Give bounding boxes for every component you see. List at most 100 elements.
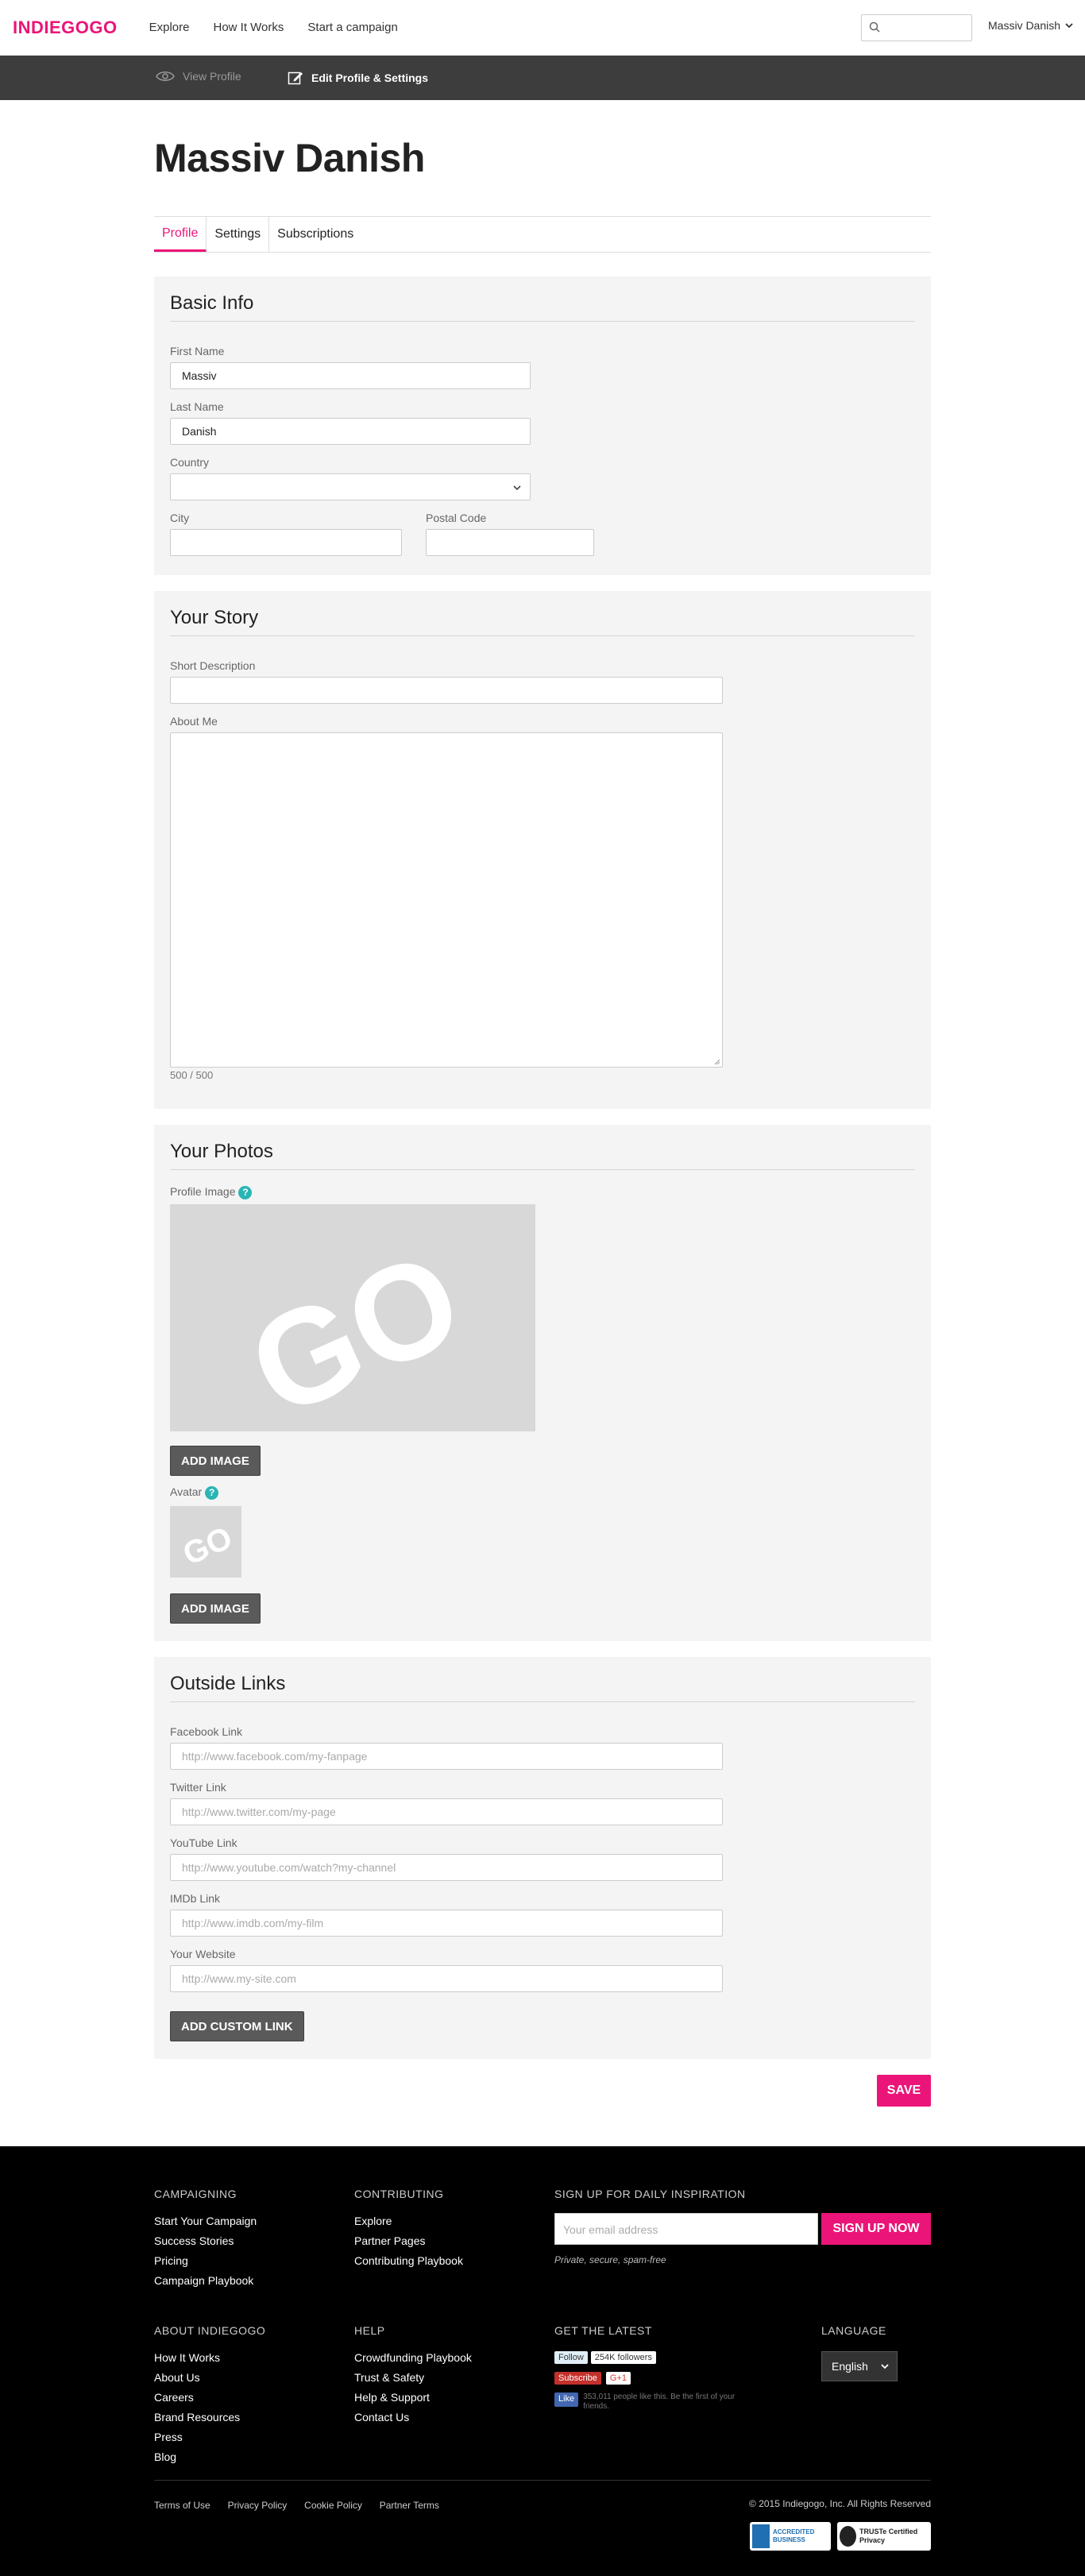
footer-link[interactable]: Contact Us <box>354 2411 472 2423</box>
twitter-link-field[interactable]: http://www.twitter.com/my-page <box>170 1798 723 1825</box>
twitter-followers-count: 254K followers <box>590 2351 656 2364</box>
footer-link[interactable]: Press <box>154 2431 265 2443</box>
view-profile-label: View Profile <box>183 70 241 83</box>
facebook-like: Like 353,011 people like this. Be the fi… <box>554 2393 761 2412</box>
postal-code-field[interactable] <box>426 529 594 556</box>
search-input[interactable] <box>861 14 972 41</box>
search-icon <box>869 21 880 33</box>
facebook-like-count: 353,011 people like this. Be the first o… <box>583 2393 736 2411</box>
partner-terms-link[interactable]: Partner Terms <box>380 2500 439 2511</box>
eye-icon <box>156 71 175 81</box>
your-photos-heading: Your Photos <box>170 1141 915 1170</box>
go-logo-icon: GO <box>229 1222 482 1431</box>
tab-profile[interactable]: Profile <box>154 217 207 252</box>
chevron-down-icon <box>513 485 521 491</box>
copyright: © 2015 Indiegogo, Inc. All Rights Reserv… <box>749 2498 931 2509</box>
footer-link[interactable]: Explore <box>354 2215 463 2227</box>
basic-info-panel: Basic Info First Name Massiv Last Name D… <box>154 276 931 575</box>
footer-link[interactable]: Trust & Safety <box>354 2371 472 2384</box>
edit-profile-label: Edit Profile & Settings <box>311 71 429 84</box>
bbb-badge-text: ACCREDITED BUSINESS <box>772 2528 815 2543</box>
footer-link[interactable]: Blog <box>154 2450 265 2463</box>
basic-info-heading: Basic Info <box>170 292 915 322</box>
nav-explore[interactable]: Explore <box>149 21 190 34</box>
footer-link[interactable]: Campaign Playbook <box>154 2274 257 2287</box>
logo[interactable]: INDIEGOGO <box>13 17 118 38</box>
footer-heading: HELP <box>354 2324 385 2337</box>
edit-profile-link[interactable]: Edit Profile & Settings <box>288 70 428 86</box>
your-story-heading: Your Story <box>170 607 915 636</box>
save-button[interactable]: SAVE <box>877 2075 931 2107</box>
help-icon[interactable]: ? <box>238 1185 253 1199</box>
country-select[interactable] <box>170 473 531 500</box>
short-description-field[interactable] <box>170 677 723 704</box>
youtube-link-field[interactable]: http://www.youtube.com/watch?my-channel <box>170 1854 723 1881</box>
short-description-label: Short Description <box>170 659 256 672</box>
view-profile-link[interactable]: View Profile <box>156 70 241 83</box>
outside-links-heading: Outside Links <box>170 1673 915 1702</box>
last-name-field[interactable]: Danish <box>170 418 531 445</box>
add-custom-link-button[interactable]: ADD CUSTOM LINK <box>170 2011 304 2041</box>
truste-badge[interactable]: TRUSTe Certified Privacy <box>837 2522 931 2551</box>
nav-how-it-works[interactable]: How It Works <box>213 21 284 34</box>
footer-link[interactable]: Careers <box>154 2391 265 2404</box>
footer-link[interactable]: Brand Resources <box>154 2411 265 2423</box>
user-name: Massiv Danish <box>988 19 1061 32</box>
city-label: City <box>170 512 190 524</box>
add-profile-image-button[interactable]: ADD IMAGE <box>170 1446 261 1476</box>
footer-link[interactable]: Success Stories <box>154 2234 257 2247</box>
postal-code-label: Postal Code <box>426 512 487 524</box>
footer-heading: SIGN UP FOR DAILY INSPIRATION <box>554 2188 746 2200</box>
footer-link[interactable]: How It Works <box>154 2351 265 2364</box>
nav-start-campaign[interactable]: Start a campaign <box>307 21 397 34</box>
svg-text:GO: GO <box>229 1222 482 1431</box>
footer-link[interactable]: Help & Support <box>354 2391 472 2404</box>
terms-link[interactable]: Terms of Use <box>154 2500 210 2511</box>
gplus-button[interactable]: G+1 <box>605 2372 631 2385</box>
tab-settings[interactable]: Settings <box>207 217 270 252</box>
outside-links-panel: Outside Links Facebook Link http://www.f… <box>154 1657 931 2059</box>
help-icon[interactable]: ? <box>205 1485 219 1500</box>
your-story-panel: Your Story Short Description About Me 50… <box>154 591 931 1109</box>
footer-link[interactable]: Pricing <box>154 2254 257 2267</box>
email-field[interactable]: Your email address <box>554 2213 818 2245</box>
profile-image-label: Profile Image? <box>170 1185 253 1199</box>
privacy-link[interactable]: Privacy Policy <box>228 2500 288 2511</box>
imdb-link-label: IMDb Link <box>170 1892 221 1905</box>
footer-link[interactable]: Crowdfunding Playbook <box>354 2351 472 2364</box>
first-name-label: First Name <box>170 345 225 357</box>
add-avatar-image-button[interactable]: ADD IMAGE <box>170 1593 261 1624</box>
go-logo-icon: GO <box>178 1520 237 1573</box>
bbb-logo-icon <box>752 2524 770 2548</box>
profile-subbar: View Profile Edit Profile & Settings <box>0 56 1085 100</box>
footer-link[interactable]: Partner Pages <box>354 2234 463 2247</box>
footer-link[interactable]: Contributing Playbook <box>354 2254 463 2267</box>
footer-about: ABOUT INDIEGOGO How It Works About Us Ca… <box>154 2324 265 2470</box>
twitter-follow[interactable]: Follow 254K followers <box>554 2351 656 2364</box>
imdb-link-field[interactable]: http://www.imdb.com/my-film <box>170 1910 723 1937</box>
sign-up-button[interactable]: SIGN UP NOW <box>821 2213 931 2245</box>
language-value: English <box>832 2360 868 2373</box>
footer-campaigning: CAMPAIGNING Start Your Campaign Success … <box>154 2188 257 2294</box>
footer-heading: GET THE LATEST <box>554 2324 652 2337</box>
edit-icon <box>288 71 303 85</box>
tab-subscriptions[interactable]: Subscriptions <box>269 217 361 252</box>
facebook-link-field[interactable]: http://www.facebook.com/my-fanpage <box>170 1743 723 1770</box>
website-link-field[interactable]: http://www.my-site.com <box>170 1965 723 1992</box>
language-select[interactable]: English <box>821 2351 898 2381</box>
bbb-badge[interactable]: ACCREDITED BUSINESS <box>750 2522 831 2551</box>
footer-heading: LANGUAGE <box>821 2324 886 2337</box>
cookie-link[interactable]: Cookie Policy <box>304 2500 362 2511</box>
about-me-textarea[interactable] <box>170 732 723 1068</box>
user-menu[interactable]: Massiv Danish <box>988 19 1073 32</box>
youtube-link-label: YouTube Link <box>170 1836 237 1849</box>
youtube-subscribe-button[interactable]: Subscribe <box>554 2372 601 2385</box>
first-name-field[interactable]: Massiv <box>170 362 531 389</box>
about-me-label: About Me <box>170 715 218 728</box>
facebook-like-button[interactable]: Like <box>554 2393 579 2407</box>
footer-link[interactable]: Start Your Campaign <box>154 2215 257 2227</box>
resize-handle-icon[interactable] <box>714 1059 720 1065</box>
city-field[interactable] <box>170 529 402 556</box>
footer-link[interactable]: About Us <box>154 2371 265 2384</box>
twitter-follow-button[interactable]: Follow <box>554 2351 588 2364</box>
